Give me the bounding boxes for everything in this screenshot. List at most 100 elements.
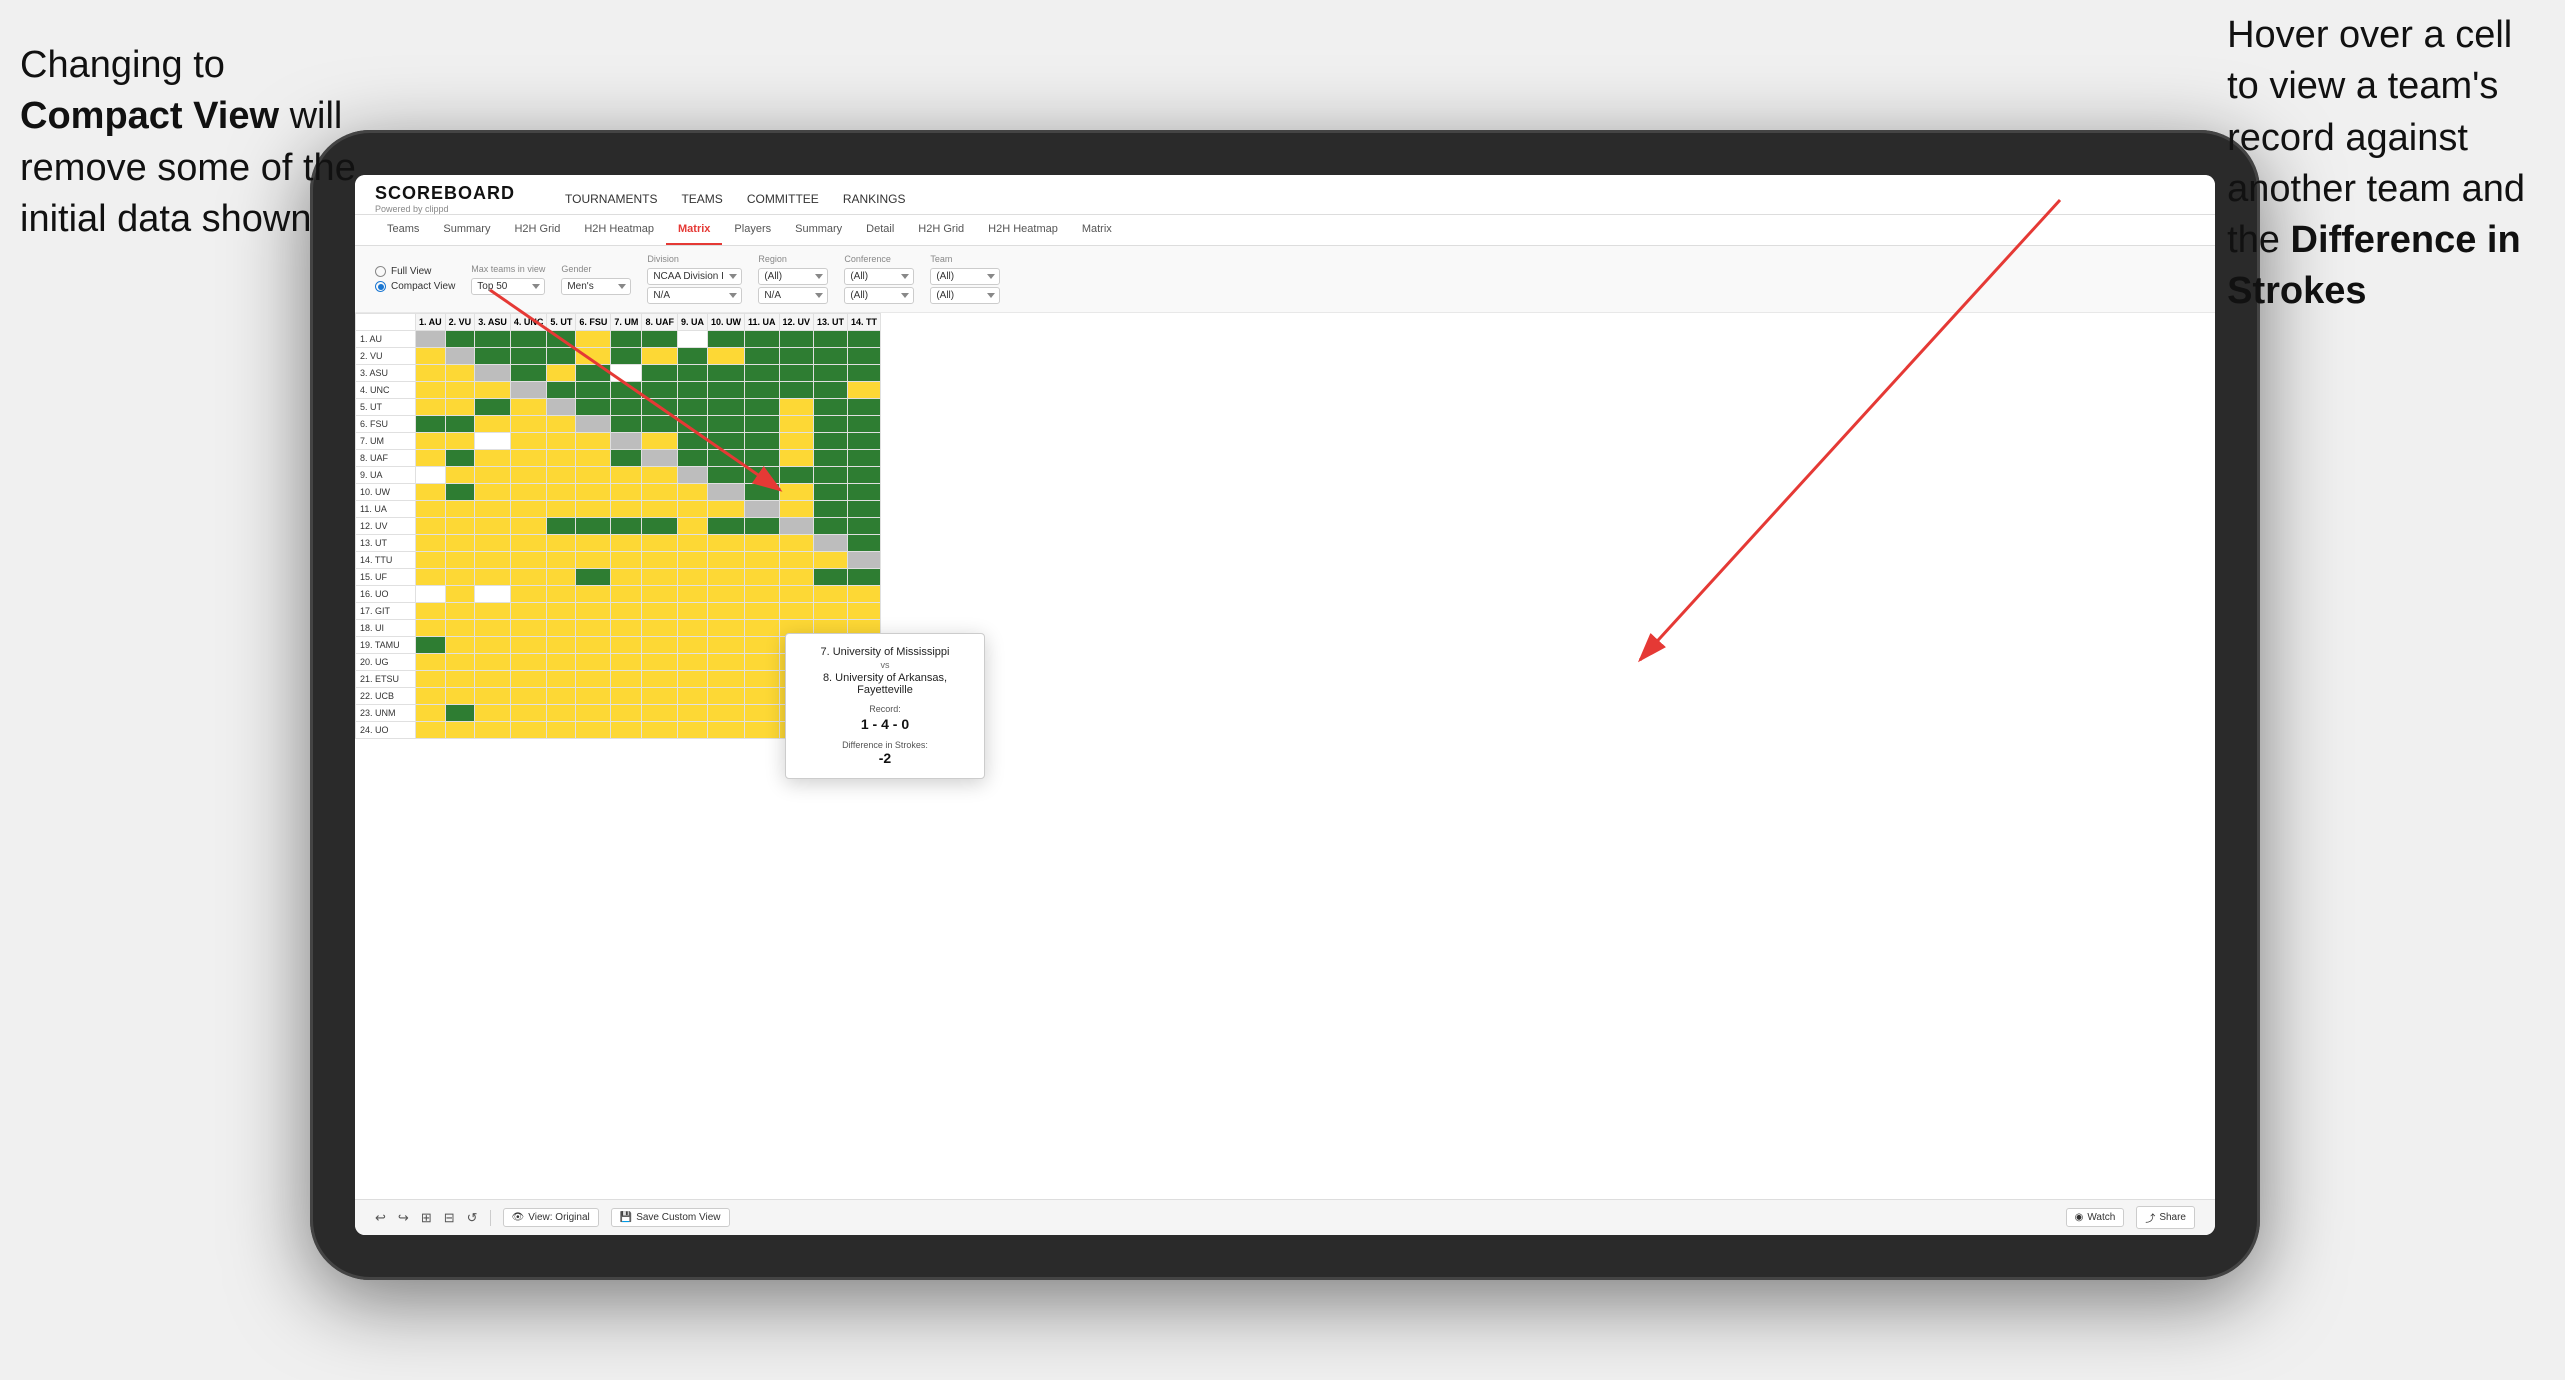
matrix-cell[interactable]	[416, 586, 446, 603]
matrix-cell[interactable]	[814, 467, 848, 484]
matrix-cell[interactable]	[416, 518, 446, 535]
matrix-cell[interactable]	[707, 722, 744, 739]
matrix-cell[interactable]	[547, 654, 576, 671]
matrix-cell[interactable]	[707, 450, 744, 467]
matrix-cell[interactable]	[416, 705, 446, 722]
matrix-cell[interactable]	[779, 433, 814, 450]
matrix-cell[interactable]	[848, 433, 881, 450]
matrix-cell[interactable]	[547, 705, 576, 722]
filter-max-teams-select[interactable]: Top 50	[471, 278, 545, 295]
matrix-cell[interactable]	[547, 399, 576, 416]
matrix-cell[interactable]	[510, 552, 547, 569]
matrix-cell[interactable]	[848, 603, 881, 620]
matrix-cell[interactable]	[707, 484, 744, 501]
matrix-cell[interactable]	[642, 331, 678, 348]
matrix-cell[interactable]	[475, 688, 511, 705]
filter-division-select2[interactable]: N/A	[647, 287, 742, 304]
matrix-cell[interactable]	[416, 569, 446, 586]
matrix-cell[interactable]	[744, 688, 779, 705]
matrix-cell[interactable]	[445, 586, 475, 603]
matrix-cell[interactable]	[445, 348, 475, 365]
matrix-cell[interactable]	[848, 518, 881, 535]
matrix-cell[interactable]	[779, 569, 814, 586]
matrix-cell[interactable]	[707, 535, 744, 552]
matrix-cell[interactable]	[744, 620, 779, 637]
matrix-cell[interactable]	[744, 501, 779, 518]
matrix-cell[interactable]	[475, 382, 511, 399]
matrix-cell[interactable]	[576, 416, 611, 433]
matrix-cell[interactable]	[677, 450, 707, 467]
matrix-cell[interactable]	[576, 535, 611, 552]
matrix-cell[interactable]	[416, 535, 446, 552]
matrix-cell[interactable]	[475, 433, 511, 450]
matrix-cell[interactable]	[445, 654, 475, 671]
matrix-cell[interactable]	[445, 620, 475, 637]
filter-conference-select2[interactable]: (All)	[844, 287, 914, 304]
tab-matrix2[interactable]: Matrix	[1070, 215, 1124, 245]
matrix-cell[interactable]	[814, 552, 848, 569]
matrix-area[interactable]: 1. AU2. VU3. ASU4. UNC5. UT6. FSU7. UM8.…	[355, 313, 2215, 1199]
matrix-cell[interactable]	[642, 467, 678, 484]
matrix-cell[interactable]	[848, 348, 881, 365]
nav-tournaments[interactable]: TOURNAMENTS	[565, 192, 657, 206]
matrix-cell[interactable]	[475, 552, 511, 569]
matrix-cell[interactable]	[416, 331, 446, 348]
matrix-cell[interactable]	[611, 688, 642, 705]
matrix-cell[interactable]	[475, 450, 511, 467]
matrix-cell[interactable]	[611, 620, 642, 637]
matrix-cell[interactable]	[677, 603, 707, 620]
matrix-cell[interactable]	[445, 416, 475, 433]
matrix-cell[interactable]	[642, 501, 678, 518]
matrix-cell[interactable]	[707, 433, 744, 450]
matrix-cell[interactable]	[642, 484, 678, 501]
matrix-cell[interactable]	[707, 705, 744, 722]
matrix-cell[interactable]	[707, 467, 744, 484]
matrix-cell[interactable]	[642, 365, 678, 382]
matrix-cell[interactable]	[445, 331, 475, 348]
matrix-cell[interactable]	[677, 688, 707, 705]
matrix-cell[interactable]	[576, 399, 611, 416]
matrix-cell[interactable]	[779, 450, 814, 467]
tab-h2h-heatmap2[interactable]: H2H Heatmap	[976, 215, 1070, 245]
matrix-cell[interactable]	[576, 586, 611, 603]
matrix-cell[interactable]	[642, 671, 678, 688]
matrix-cell[interactable]	[677, 705, 707, 722]
matrix-cell[interactable]	[576, 722, 611, 739]
matrix-cell[interactable]	[510, 569, 547, 586]
matrix-cell[interactable]	[611, 348, 642, 365]
matrix-cell[interactable]	[707, 365, 744, 382]
matrix-cell[interactable]	[475, 399, 511, 416]
matrix-cell[interactable]	[744, 450, 779, 467]
matrix-cell[interactable]	[475, 586, 511, 603]
matrix-cell[interactable]	[677, 552, 707, 569]
matrix-cell[interactable]	[814, 603, 848, 620]
matrix-cell[interactable]	[475, 603, 511, 620]
matrix-cell[interactable]	[510, 654, 547, 671]
matrix-cell[interactable]	[779, 348, 814, 365]
filter-team-select[interactable]: (All)	[930, 268, 1000, 285]
matrix-cell[interactable]	[445, 433, 475, 450]
matrix-cell[interactable]	[677, 331, 707, 348]
matrix-cell[interactable]	[814, 399, 848, 416]
matrix-cell[interactable]	[744, 382, 779, 399]
matrix-cell[interactable]	[510, 467, 547, 484]
matrix-cell[interactable]	[475, 569, 511, 586]
matrix-cell[interactable]	[744, 586, 779, 603]
save-custom-button[interactable]: 💾 Save Custom View	[611, 1208, 730, 1227]
matrix-cell[interactable]	[547, 433, 576, 450]
nav-rankings[interactable]: RANKINGS	[843, 192, 906, 206]
matrix-cell[interactable]	[445, 552, 475, 569]
matrix-cell[interactable]	[642, 569, 678, 586]
matrix-cell[interactable]	[416, 348, 446, 365]
matrix-cell[interactable]	[779, 382, 814, 399]
matrix-cell[interactable]	[814, 569, 848, 586]
matrix-cell[interactable]	[547, 450, 576, 467]
matrix-cell[interactable]	[707, 348, 744, 365]
matrix-cell[interactable]	[611, 501, 642, 518]
matrix-cell[interactable]	[642, 586, 678, 603]
matrix-cell[interactable]	[510, 365, 547, 382]
matrix-cell[interactable]	[611, 399, 642, 416]
matrix-cell[interactable]	[848, 399, 881, 416]
matrix-cell[interactable]	[677, 586, 707, 603]
tab-players[interactable]: Players	[722, 215, 783, 245]
